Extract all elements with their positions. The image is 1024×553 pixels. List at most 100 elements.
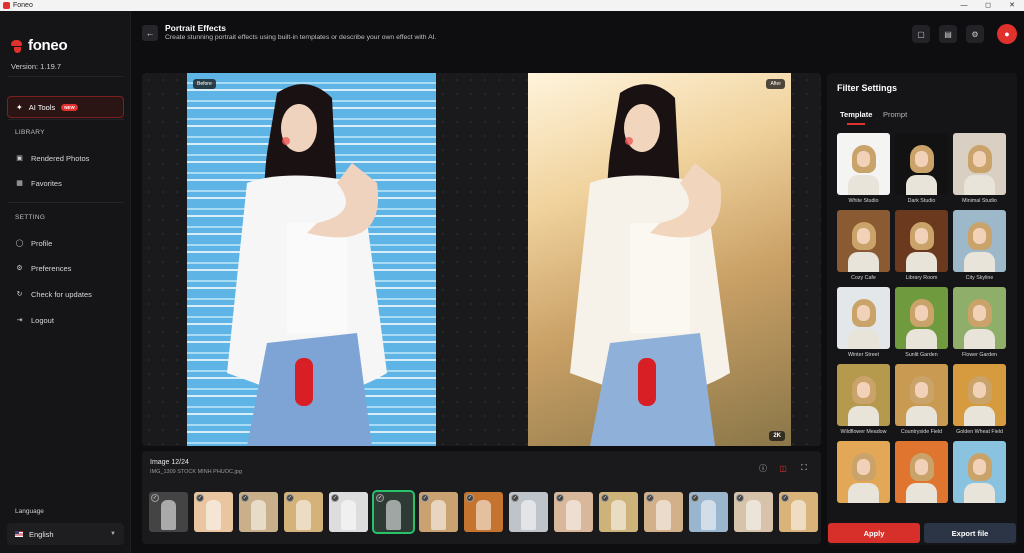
thumbnail[interactable]: ✓ xyxy=(464,492,503,532)
logo[interactable]: foneo xyxy=(11,37,68,54)
check-icon[interactable]: ✓ xyxy=(241,494,249,502)
thumbnail[interactable]: ✓ xyxy=(194,492,233,532)
after-photo[interactable]: After 2K xyxy=(528,73,791,446)
user-avatar-button[interactable]: ● xyxy=(997,24,1017,44)
thumbnail[interactable]: ✓ xyxy=(554,492,593,532)
export-file-button[interactable]: Export file xyxy=(924,523,1016,543)
sidebar-item-favorites[interactable]: ▦ Favorites xyxy=(15,177,62,189)
foneo-logo-icon xyxy=(11,39,25,53)
tab-prompt[interactable]: Prompt xyxy=(883,110,907,119)
sidebar: foneo Version: 1.19.7 ✦ AI Tools NEW LIB… xyxy=(0,11,131,553)
template-card[interactable]: Cozy Cafe xyxy=(837,210,890,283)
maximize-icon[interactable]: ◻ xyxy=(976,0,1000,11)
template-card[interactable] xyxy=(953,441,1006,514)
info-icon[interactable]: ⓘ xyxy=(757,462,769,474)
sidebar-item-rendered-photos[interactable]: ▣ Rendered Photos xyxy=(15,152,89,164)
thumbnail-figure xyxy=(341,500,356,530)
fullscreen-icon[interactable]: ⛶ xyxy=(798,462,810,474)
thumbnail[interactable]: ✓ xyxy=(734,492,773,532)
check-icon[interactable]: ✓ xyxy=(511,494,519,502)
template-card[interactable]: City Skyline xyxy=(953,210,1006,283)
template-figure-body xyxy=(964,175,995,195)
thumbnail[interactable]: ✓ xyxy=(284,492,323,532)
template-card[interactable] xyxy=(837,441,890,514)
check-icon[interactable]: ✓ xyxy=(286,494,294,502)
template-card[interactable]: Golden Wheat Field xyxy=(953,364,1006,437)
template-thumbnail xyxy=(895,441,948,503)
thumbnail[interactable]: ✓ xyxy=(599,492,638,532)
back-button[interactable]: ← xyxy=(142,25,158,41)
sidebar-item-check-updates[interactable]: ↻ Check for updates xyxy=(15,288,92,300)
thumbnail-figure xyxy=(611,500,626,530)
thumbnail[interactable]: ✓ xyxy=(509,492,548,532)
page-header: ← Portrait Effects Create stunning portr… xyxy=(131,11,1024,61)
thumbnail[interactable]: ✓ xyxy=(644,492,683,532)
template-card[interactable]: Sunlit Garden xyxy=(895,287,948,360)
before-tag: Before xyxy=(193,79,216,89)
setting-section-label: SETTING xyxy=(15,214,46,221)
template-card[interactable]: Countryside Field xyxy=(895,364,948,437)
sidebar-item-ai-tools[interactable]: ✦ AI Tools NEW xyxy=(7,96,124,118)
before-photo[interactable]: Before xyxy=(187,73,436,446)
thumbnail[interactable]: ✓ xyxy=(149,492,188,532)
check-icon[interactable]: ✓ xyxy=(376,494,384,502)
apply-button[interactable]: Apply xyxy=(828,523,920,543)
tab-template[interactable]: Template xyxy=(840,110,872,119)
thumbnail[interactable]: ✓ xyxy=(689,492,728,532)
compare-icon[interactable]: ◫ xyxy=(777,462,789,474)
settings-button[interactable]: ⚙ xyxy=(966,25,984,43)
template-figure-body xyxy=(848,175,879,195)
template-figure-face xyxy=(857,459,870,475)
check-icon[interactable]: ✓ xyxy=(466,494,474,502)
template-figure-face xyxy=(857,151,870,167)
template-card[interactable]: White Studio xyxy=(837,133,890,206)
template-card[interactable]: Flower Garden xyxy=(953,287,1006,360)
template-card[interactable]: Wildflower Meadow xyxy=(837,364,890,437)
thumbnail[interactable]: ✓ xyxy=(372,490,415,534)
page-title: Portrait Effects xyxy=(165,23,226,33)
thumbnail[interactable]: ✓ xyxy=(239,492,278,532)
thumbnail-figure xyxy=(476,500,491,530)
thumbnail[interactable]: ✓ xyxy=(329,492,368,532)
template-card[interactable]: Dark Studio xyxy=(895,133,948,206)
template-card[interactable] xyxy=(895,441,948,514)
template-label: Minimal Studio xyxy=(962,198,997,204)
template-thumbnail xyxy=(895,287,948,349)
close-icon[interactable]: ✕ xyxy=(1000,0,1024,11)
arrow-left-icon: ← xyxy=(145,28,155,38)
sidebar-item-preferences[interactable]: ⚙ Preferences xyxy=(15,262,71,274)
file-button[interactable]: ▤ xyxy=(939,25,957,43)
template-card[interactable]: Winter Street xyxy=(837,287,890,360)
template-label: White Studio xyxy=(848,198,879,204)
file-icon: ▤ xyxy=(944,29,952,39)
template-thumbnail xyxy=(953,287,1006,349)
gear-icon: ⚙ xyxy=(16,265,23,272)
check-icon[interactable]: ✓ xyxy=(781,494,789,502)
check-icon[interactable]: ✓ xyxy=(691,494,699,502)
template-card[interactable]: Minimal Studio xyxy=(953,133,1006,206)
check-icon[interactable]: ✓ xyxy=(601,494,609,502)
template-figure-body xyxy=(848,252,879,272)
window-title: Foneo xyxy=(13,2,33,9)
sidebar-item-logout[interactable]: ⇥ Logout xyxy=(15,314,54,326)
sidebar-item-profile[interactable]: ◯ Profile xyxy=(15,237,53,249)
check-icon[interactable]: ✓ xyxy=(646,494,654,502)
new-badge: NEW xyxy=(61,103,78,111)
check-icon[interactable]: ✓ xyxy=(196,494,204,502)
language-select[interactable]: English ▼ xyxy=(7,523,124,545)
check-icon[interactable]: ✓ xyxy=(736,494,744,502)
template-figure-body xyxy=(964,252,995,272)
thumbnail-figure xyxy=(521,500,536,530)
check-icon[interactable]: ✓ xyxy=(556,494,564,502)
minimize-icon[interactable]: — xyxy=(952,0,976,11)
template-grid: White Studio Dark Studio Minimal Studio Coz… xyxy=(837,133,1007,514)
check-icon[interactable]: ✓ xyxy=(331,494,339,502)
check-icon[interactable]: ✓ xyxy=(151,494,159,502)
template-figure-body xyxy=(848,329,879,349)
template-card[interactable]: Library Room xyxy=(895,210,948,283)
thumbnail[interactable]: ✓ xyxy=(419,492,458,532)
check-icon[interactable]: ✓ xyxy=(421,494,429,502)
thumbnail[interactable]: ✓ xyxy=(779,492,818,532)
settings-icon: ⚙ xyxy=(971,29,979,39)
chat-button[interactable]: ▢ xyxy=(912,25,930,43)
